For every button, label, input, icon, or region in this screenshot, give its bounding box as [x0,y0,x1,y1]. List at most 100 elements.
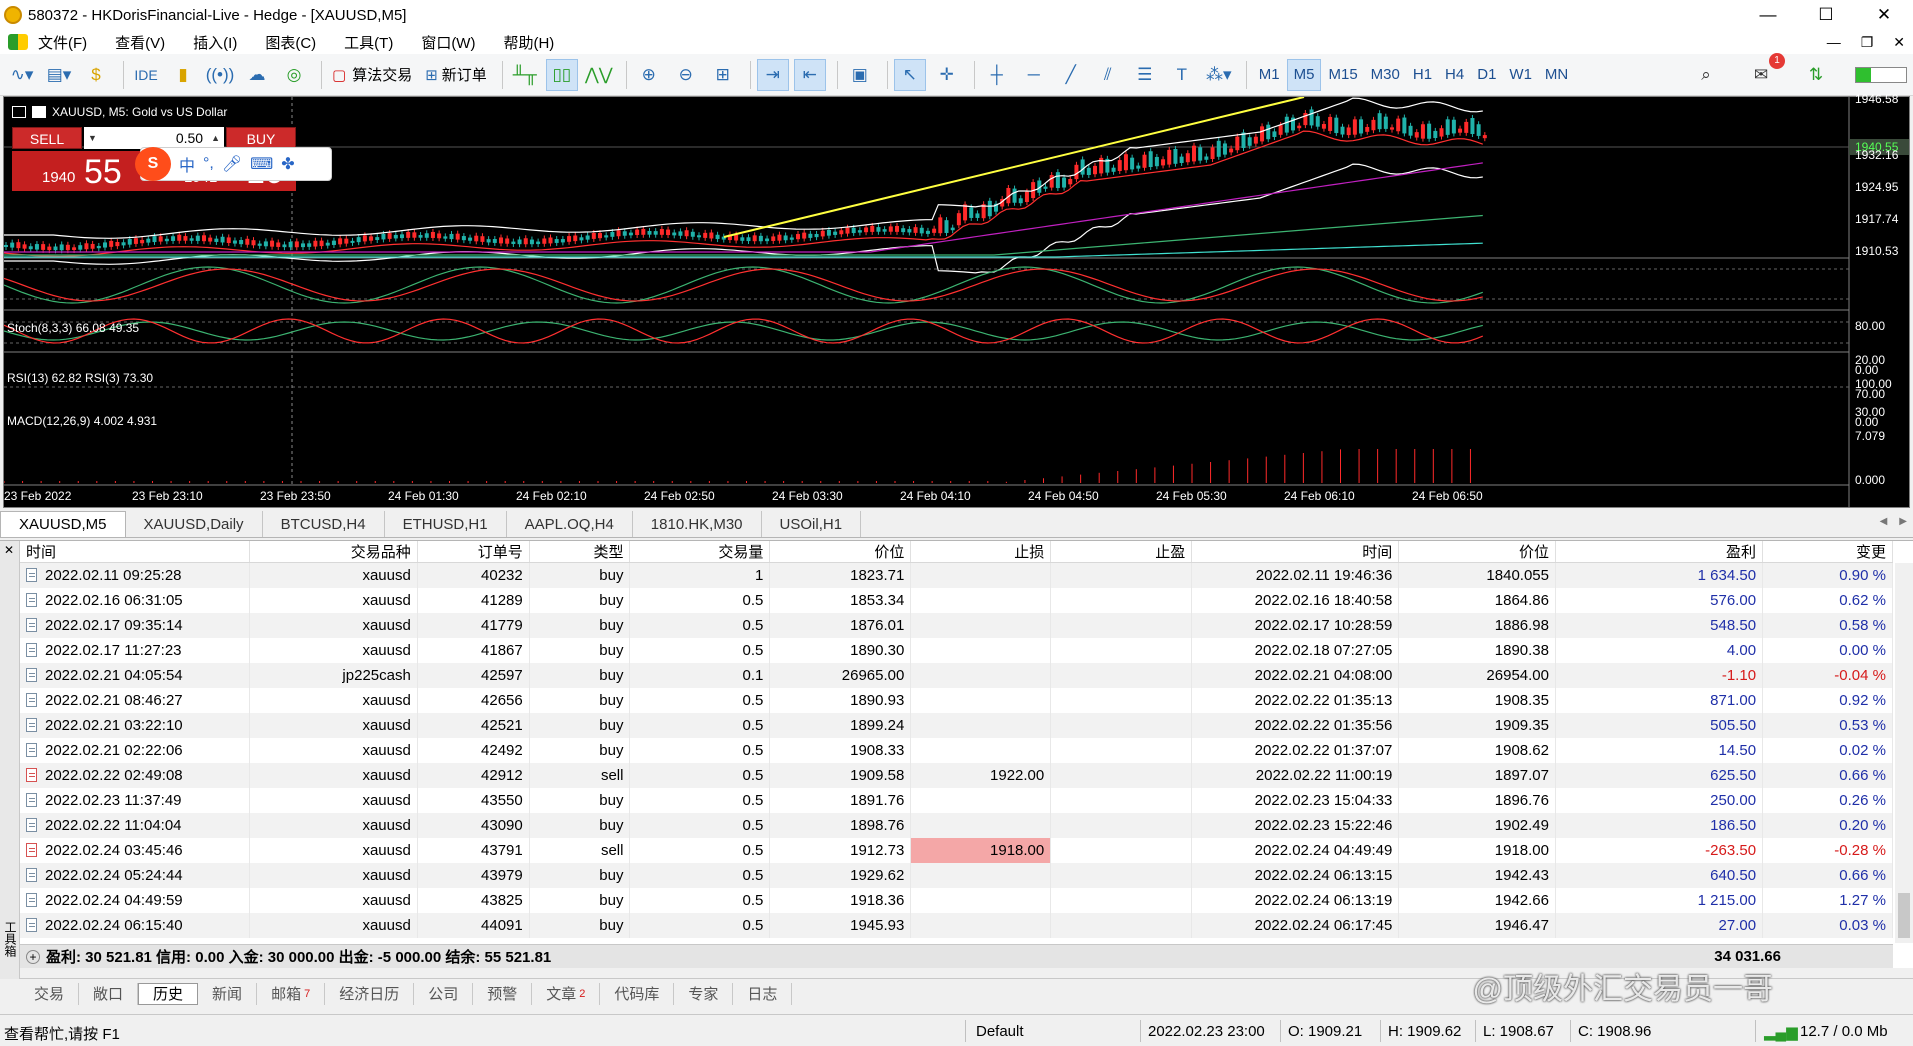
mdi-restore-button[interactable]: ❐ [1861,34,1874,51]
column-header[interactable]: 订单号 [417,541,530,563]
table-row[interactable]: 2022.02.24 06:15:40 xauusd 44091 buy 0.5 1945… [20,912,1893,938]
toolbox-tab[interactable]: 敞口 [79,982,139,1005]
signal-icon[interactable]: ((•)) [204,59,236,91]
ide-button[interactable]: IDE [130,59,162,91]
chart-tab-1810hk-m30[interactable]: 1810.HK,M30 [633,511,762,537]
expand-icon[interactable]: + [26,949,40,964]
cursor-icon[interactable]: ↖ [893,58,926,91]
column-header[interactable]: 交易量 [629,541,771,563]
toolbox-tab[interactable]: 专家 [674,982,734,1005]
lot-size-input[interactable]: ▼ 0.50 ▲ [84,127,224,149]
cloud-icon[interactable]: ☁ [241,59,273,91]
timeframe-w1[interactable]: W1 [1503,59,1538,91]
keyboard-icon[interactable]: ⌨ [250,154,273,174]
algo-trading-button[interactable]: ▢ 算法交易 [328,59,416,91]
text-icon[interactable]: T [1166,59,1198,91]
menu-charts[interactable]: 图表(C) [265,32,316,53]
toolbox-tab[interactable]: 交易 [20,982,80,1005]
new-order-button[interactable]: ⊞ 新订单 [421,59,491,91]
zoom-in-icon[interactable]: ⊕ [633,59,665,91]
timeframe-m5[interactable]: M5 [1286,58,1322,91]
minimize-button[interactable]: — [1739,0,1797,30]
search-icon[interactable]: ⌕ [1690,59,1722,91]
bar-chart-icon[interactable]: ╨╥ [509,59,541,91]
table-row[interactable]: 2022.02.24 03:45:46 xauusd 43791 sell 0.5 191… [20,837,1893,863]
toolbox-tab[interactable]: 新闻 [198,982,258,1005]
bag-icon[interactable]: ▮ [167,59,199,91]
table-row[interactable]: 2022.02.17 09:35:14 xauusd 41779 buy 0.5 1876… [20,612,1893,638]
table-row[interactable]: 2022.02.21 08:46:27 xauusd 42656 buy 0.5 1890… [20,687,1893,713]
timeframe-h1[interactable]: H1 [1407,59,1438,91]
column-header[interactable]: 盈利 [1555,541,1764,563]
menu-help[interactable]: 帮助(H) [503,32,554,53]
lot-dropdown-icon[interactable]: ▼ [88,133,97,143]
toolbox-tab[interactable]: 公司 [414,982,474,1005]
chart-tab-aapl-h4[interactable]: AAPL.OQ,H4 [507,511,633,537]
history-scrollbar[interactable] [1895,563,1913,943]
trendline-icon[interactable]: ╱ [1055,59,1087,91]
timeframe-mn[interactable]: MN [1539,59,1574,91]
mdi-minimize-button[interactable]: — [1827,34,1841,51]
table-row[interactable]: 2022.02.16 06:31:05 xauusd 41289 buy 0.5 1853… [20,587,1893,613]
chart-type-icon[interactable]: ∿▾ [6,59,38,91]
table-row[interactable]: 2022.02.22 11:04:04 xauusd 43090 buy 0.5 1898… [20,812,1893,838]
maximize-button[interactable]: ☐ [1797,0,1855,30]
screenshot-icon[interactable]: ▣ [844,59,876,91]
toolbox-tab[interactable]: 经济日历 [325,982,415,1005]
line-chart-icon[interactable]: ⋀⋁ [583,59,615,91]
column-header[interactable]: 止损 [910,541,1052,563]
table-row[interactable]: 2022.02.24 05:24:44 xauusd 43979 buy 0.5 1929… [20,862,1893,888]
notifications-icon[interactable]: ✉ 1 [1745,53,1785,91]
vps-icon[interactable]: ◎ [278,59,310,91]
toolbox-tab[interactable]: 邮箱 7 [257,982,326,1005]
toolbox-tab[interactable]: 文章 2 [532,982,601,1005]
tab-scroll-left-icon[interactable]: ◀ [1880,516,1888,527]
chart-tab-xauusd-daily[interactable]: XAUUSD,Daily [126,511,263,537]
shapes-icon[interactable]: ⁂▾ [1203,59,1235,91]
channel-icon[interactable]: ⫽ [1092,59,1124,91]
column-header[interactable]: 时间 [1191,541,1400,563]
sell-price-box[interactable]: 1940 55 [12,151,156,191]
candlestick-icon[interactable]: ▯▯ [545,58,578,91]
zoom-out-icon[interactable]: ⊖ [670,59,702,91]
vertical-line-icon[interactable]: ┼ [981,59,1013,91]
table-row[interactable]: 2022.02.17 11:27:23 xauusd 41867 buy 0.5 1890… [20,637,1893,663]
menu-view[interactable]: 查看(V) [115,32,165,53]
fibonacci-icon[interactable]: ☰ [1129,59,1161,91]
crosshair-icon[interactable]: ✛ [931,59,963,91]
mdi-close-button[interactable]: ✕ [1893,34,1905,51]
table-row[interactable]: 2022.02.21 03:22:10 xauusd 42521 buy 0.5 1899… [20,712,1893,738]
toolbox-tab[interactable]: 日志 [733,982,793,1005]
table-row[interactable]: 2022.02.23 11:37:49 xauusd 43550 buy 0.5 1891… [20,787,1893,813]
sogou-logo[interactable]: S [135,147,171,181]
column-header[interactable]: 价位 [1398,541,1556,563]
table-row[interactable]: 2022.02.24 04:49:59 xauusd 43825 buy 0.5 1918… [20,887,1893,913]
tab-scroll-right-icon[interactable]: ▶ [1899,516,1907,527]
table-row[interactable]: 2022.02.22 02:49:08 xauusd 42912 sell 0.5 190… [20,762,1893,788]
timeframe-h4[interactable]: H4 [1439,59,1470,91]
toolbox-close-icon[interactable]: ✕ [4,543,14,557]
microphone-icon[interactable]: 🎤︎ [222,154,242,174]
chart-tab-usoil-h1[interactable]: USOil,H1 [762,511,862,537]
timeframe-m30[interactable]: M30 [1365,59,1406,91]
templates-icon[interactable]: ▤▾ [43,59,75,91]
column-header[interactable]: 止盈 [1050,541,1193,563]
table-row[interactable]: 2022.02.11 09:25:28 xauusd 40232 buy 1 1823.7… [20,562,1893,588]
toolbox-tab[interactable]: 代码库 [600,982,675,1005]
sell-button[interactable]: SELL [12,127,82,149]
column-header[interactable]: 类型 [529,541,631,563]
timeframe-m1[interactable]: M1 [1253,59,1286,91]
menu-tools[interactable]: 工具(T) [344,32,393,53]
timeframe-d1[interactable]: D1 [1471,59,1502,91]
price-chart[interactable]: XAUUSD, M5: Gold vs US Dollar SELL ▼ 0.5… [3,92,1910,508]
chart-shift-icon[interactable]: ⇤ [793,58,826,91]
ime-chinese-toggle[interactable]: 中 [179,152,195,176]
toolbox-tab[interactable]: 历史 [138,982,199,1005]
menu-file[interactable]: 文件(F) [38,32,87,53]
scrollbar-thumb[interactable] [1898,893,1910,938]
ime-punctuation-toggle[interactable]: °, [203,155,214,173]
table-row[interactable]: 2022.02.21 02:22:06 xauusd 42492 buy 0.5 1908… [20,737,1893,763]
close-button[interactable]: ✕ [1855,0,1913,30]
tile-windows-icon[interactable]: ⊞ [707,59,739,91]
menu-window[interactable]: 窗口(W) [421,32,475,53]
